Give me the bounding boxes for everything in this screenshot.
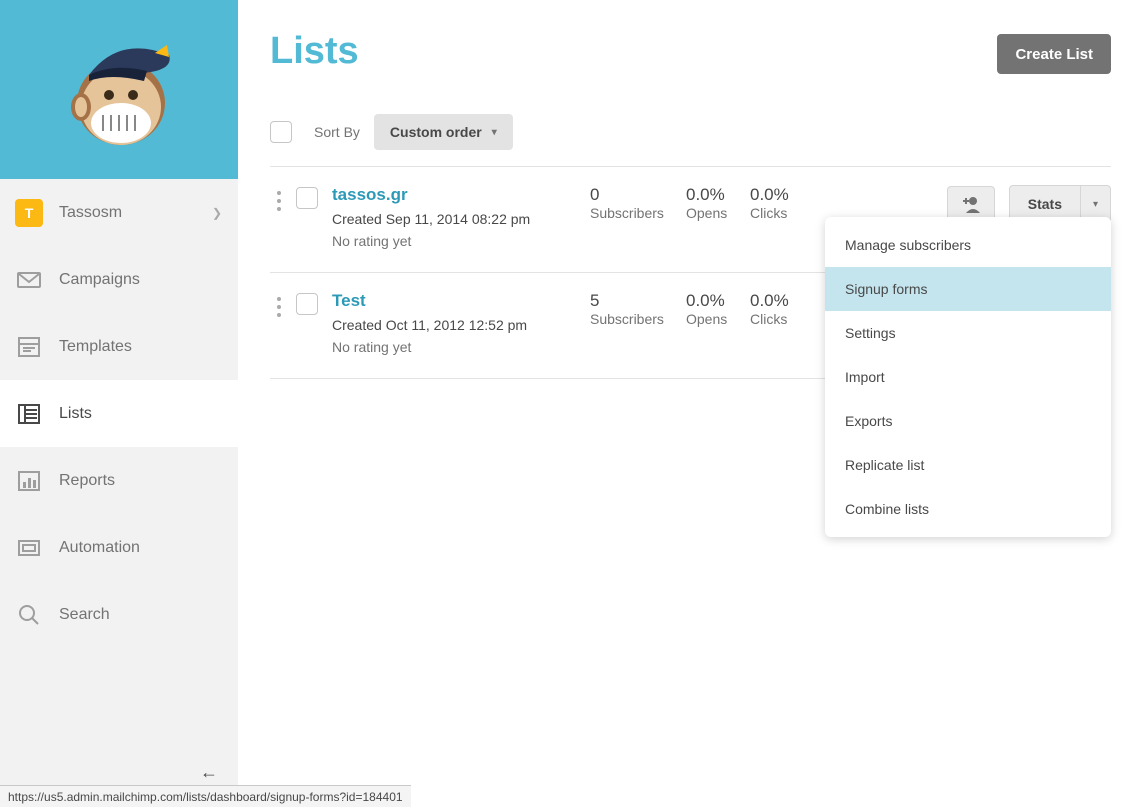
automation-icon [15, 534, 43, 562]
nav-search[interactable]: Search [0, 581, 238, 648]
collapse-sidebar-icon[interactable]: ← [200, 762, 218, 783]
list-toolbar: Sort By Custom order ▾ [270, 114, 1111, 166]
nav-label: Campaigns [59, 271, 222, 289]
mailchimp-logo-icon [59, 25, 179, 155]
nav-label: Automation [59, 539, 222, 557]
dropdown-item-replicate-list[interactable]: Replicate list [825, 443, 1111, 487]
chevron-down-icon: ▾ [492, 127, 497, 138]
nav-label: Templates [59, 338, 222, 356]
stat-opens: 0.0% Opens [686, 291, 750, 328]
list-rating: No rating yet [332, 339, 411, 355]
list-created: Created Oct 11, 2012 12:52 pm [332, 317, 590, 333]
sort-by-label: Sort By [314, 124, 360, 140]
row-checkbox[interactable] [296, 187, 318, 209]
stat-label: Subscribers [590, 311, 664, 327]
row-info: Test Created Oct 11, 2012 12:52 pm No ra… [332, 291, 590, 356]
dropdown-item-combine-lists[interactable]: Combine lists [825, 487, 1111, 531]
list-rating: No rating yet [332, 233, 411, 249]
create-list-button[interactable]: Create List [997, 34, 1111, 74]
list-created: Created Sep 11, 2014 08:22 pm [332, 211, 590, 227]
nav-label: Reports [59, 472, 222, 490]
dropdown-item-settings[interactable]: Settings [825, 311, 1111, 355]
row-checkbox[interactable] [296, 293, 318, 315]
logo[interactable] [0, 0, 238, 179]
stat-value: 5 [590, 291, 686, 311]
dropdown-item-exports[interactable]: Exports [825, 399, 1111, 443]
stat-clicks: 0.0% Clicks [750, 291, 814, 328]
status-url: https://us5.admin.mailchimp.com/lists/da… [8, 790, 403, 804]
nav-campaigns[interactable]: Campaigns [0, 246, 238, 313]
add-person-icon [960, 195, 982, 213]
nav-user[interactable]: T Tassosm ❯ [0, 179, 238, 246]
chevron-down-icon: ▾ [1093, 199, 1098, 210]
stat-value: 0.0% [750, 185, 814, 205]
list-name-link[interactable]: tassos.gr [332, 185, 590, 205]
avatar: T [15, 199, 43, 227]
nav-label: Lists [59, 405, 222, 423]
stat-label: Subscribers [590, 205, 664, 221]
nav-automation[interactable]: Automation [0, 514, 238, 581]
stat-opens: 0.0% Opens [686, 185, 750, 222]
chevron-right-icon: ❯ [212, 206, 222, 220]
stat-subscribers: 5 Subscribers [590, 291, 686, 328]
stat-value: 0 [590, 185, 686, 205]
stat-subscribers: 0 Subscribers [590, 185, 686, 222]
stat-label: Clicks [750, 205, 787, 221]
stat-clicks: 0.0% Clicks [750, 185, 814, 222]
barchart-icon [15, 467, 43, 495]
dropdown-item-signup-forms[interactable]: Signup forms [825, 267, 1111, 311]
stats-dropdown-menu: Manage subscribers Signup forms Settings… [825, 217, 1111, 537]
envelope-icon [15, 266, 43, 294]
search-icon [15, 601, 43, 629]
sort-dropdown[interactable]: Custom order ▾ [374, 114, 513, 150]
drag-handle-icon[interactable] [270, 291, 288, 317]
main-content: Lists Create List Sort By Custom order ▾… [238, 0, 1141, 807]
nav-label: Search [59, 606, 222, 624]
template-icon [15, 333, 43, 361]
page-header: Lists Create List [270, 30, 1111, 74]
stat-label: Opens [686, 311, 727, 327]
list-icon [15, 400, 43, 428]
sidebar: T Tassosm ❯ Campaigns Templates Lists [0, 0, 238, 807]
select-all-checkbox[interactable] [270, 121, 292, 143]
list-row: tassos.gr Created Sep 11, 2014 08:22 pm … [270, 167, 1111, 273]
stat-label: Opens [686, 205, 727, 221]
stat-value: 0.0% [686, 291, 750, 311]
list-name-link[interactable]: Test [332, 291, 590, 311]
nav-user-label: Tassosm [59, 204, 212, 222]
nav-templates[interactable]: Templates [0, 313, 238, 380]
dropdown-item-import[interactable]: Import [825, 355, 1111, 399]
status-bar: https://us5.admin.mailchimp.com/lists/da… [0, 785, 411, 807]
nav: T Tassosm ❯ Campaigns Templates Lists [0, 179, 238, 648]
stat-label: Clicks [750, 311, 787, 327]
page-title: Lists [270, 30, 359, 73]
list-table: tassos.gr Created Sep 11, 2014 08:22 pm … [270, 166, 1111, 379]
stat-value: 0.0% [750, 291, 814, 311]
stat-value: 0.0% [686, 185, 750, 205]
nav-reports[interactable]: Reports [0, 447, 238, 514]
row-info: tassos.gr Created Sep 11, 2014 08:22 pm … [332, 185, 590, 250]
dropdown-item-manage-subscribers[interactable]: Manage subscribers [825, 223, 1111, 267]
sort-dropdown-value: Custom order [390, 124, 482, 140]
drag-handle-icon[interactable] [270, 185, 288, 211]
nav-lists[interactable]: Lists [0, 380, 238, 447]
